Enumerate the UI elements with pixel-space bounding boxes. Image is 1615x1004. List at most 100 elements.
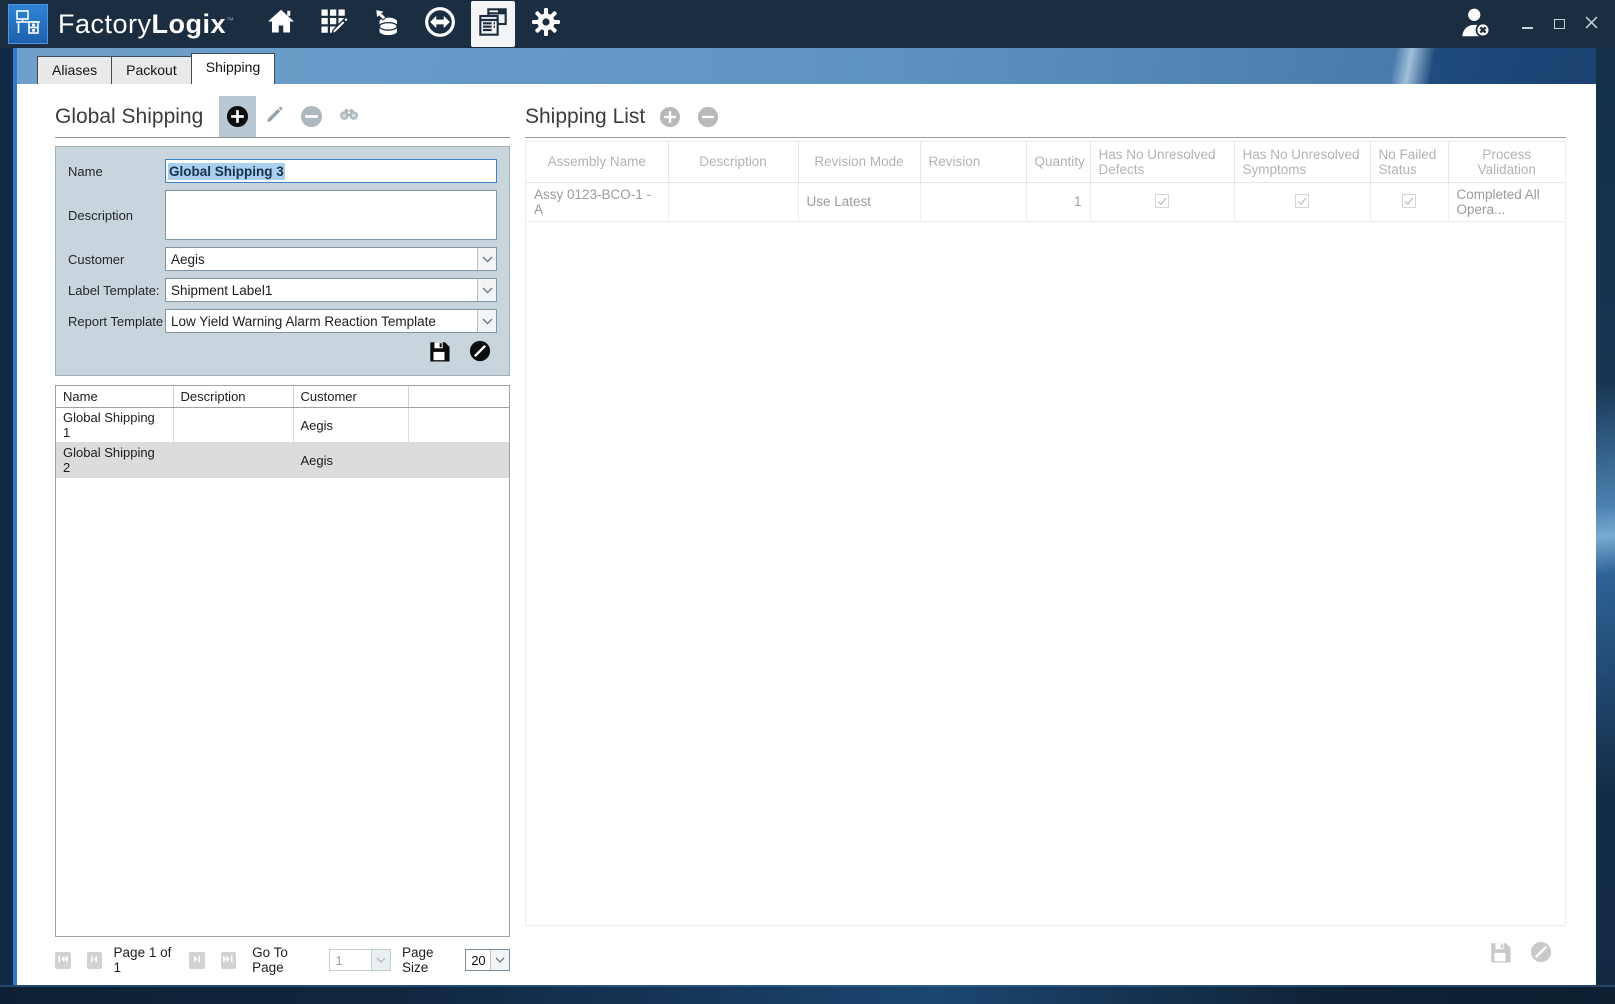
name-input[interactable]: Global Shipping 3 bbox=[165, 159, 497, 183]
brand-logix: Logix bbox=[152, 9, 227, 39]
tab-packout[interactable]: Packout bbox=[111, 56, 192, 84]
tab-shipping[interactable]: Shipping bbox=[191, 53, 276, 84]
logo-icon bbox=[14, 8, 42, 41]
add-global-shipping-button[interactable] bbox=[219, 96, 256, 137]
dropdown-icon[interactable] bbox=[477, 279, 496, 301]
nav-data-button[interactable] bbox=[365, 2, 409, 46]
col-no-unresolved-defects[interactable]: Has No Unresolved Defects bbox=[1090, 142, 1234, 182]
pager-next-button[interactable] bbox=[189, 952, 205, 969]
cell-revision bbox=[920, 182, 1026, 221]
page-size-value: 20 bbox=[466, 953, 485, 968]
name-value: Global Shipping 3 bbox=[168, 163, 285, 180]
remove-shipping-item-button[interactable] bbox=[697, 106, 719, 128]
dropdown-icon[interactable] bbox=[477, 248, 496, 270]
maximize-button[interactable] bbox=[1551, 16, 1567, 32]
label-template-label: Label Template: bbox=[68, 283, 165, 298]
titlebar-right bbox=[1457, 4, 1599, 45]
app-logo bbox=[8, 4, 48, 44]
close-button[interactable] bbox=[1583, 16, 1599, 32]
nav-settings-button[interactable] bbox=[524, 2, 568, 46]
customer-select[interactable]: Aegis bbox=[165, 247, 497, 271]
brand-factory: Factory bbox=[58, 9, 152, 39]
nav-planning-button[interactable] bbox=[312, 2, 356, 46]
col-description[interactable]: Description bbox=[668, 142, 798, 182]
col-assembly-name[interactable]: Assembly Name bbox=[526, 142, 668, 182]
titlebar: FactoryLogix™ bbox=[0, 0, 1615, 48]
app-title: FactoryLogix™ bbox=[58, 9, 235, 40]
cancel-button-disabled[interactable] bbox=[1530, 941, 1552, 968]
col-revision[interactable]: Revision bbox=[920, 142, 1026, 182]
find-global-shipping-button[interactable] bbox=[330, 96, 367, 137]
main-content: Global Shipping bbox=[17, 84, 1596, 985]
description-row: Description bbox=[68, 190, 497, 240]
nav-home-button[interactable] bbox=[259, 2, 303, 46]
tab-strip: Aliases Packout Shipping bbox=[17, 48, 1596, 84]
remove-global-shipping-button[interactable] bbox=[293, 96, 330, 137]
shipping-list-header: Shipping List bbox=[525, 96, 1566, 138]
nav-reports-button[interactable] bbox=[471, 1, 515, 47]
shipping-row[interactable]: Assy 0123-BCO-1 - A Use Latest 1 bbox=[526, 182, 1565, 221]
name-row: Name Global Shipping 3 bbox=[68, 159, 497, 183]
save-button-disabled[interactable] bbox=[1489, 941, 1511, 968]
failed-status-checkbox-checked[interactable] bbox=[1402, 194, 1416, 208]
grid-col-customer[interactable]: Customer bbox=[293, 386, 408, 408]
customer-value: Aegis bbox=[171, 252, 205, 267]
col-revision-mode[interactable]: Revision Mode bbox=[798, 142, 920, 182]
global-shipping-grid: Name Description Customer Global Shippin… bbox=[55, 385, 510, 937]
go-to-page-combo[interactable]: 1 bbox=[329, 949, 391, 971]
grid-col-description[interactable]: Description bbox=[173, 386, 293, 408]
planning-icon bbox=[319, 7, 349, 42]
grid-col-name[interactable]: Name bbox=[56, 386, 173, 408]
global-shipping-toolbar bbox=[219, 96, 367, 137]
label-template-select[interactable]: Shipment Label1 bbox=[165, 278, 497, 302]
cell-no-failed-status bbox=[1370, 182, 1448, 221]
col-no-failed-status[interactable]: No Failed Status bbox=[1370, 142, 1448, 182]
cancel-button[interactable] bbox=[469, 340, 491, 367]
col-no-unresolved-symptoms[interactable]: Has No Unresolved Symptoms bbox=[1234, 142, 1370, 182]
label-template-value: Shipment Label1 bbox=[171, 283, 272, 298]
nav-transfer-button[interactable] bbox=[418, 2, 462, 46]
close-icon bbox=[1585, 16, 1598, 32]
page-size-combo[interactable]: 20 bbox=[465, 949, 510, 971]
defects-checkbox-checked[interactable] bbox=[1155, 194, 1169, 208]
main-navbar bbox=[259, 0, 568, 48]
report-template-value: Low Yield Warning Alarm Reaction Templat… bbox=[171, 314, 436, 329]
cell-name: Global Shipping 1 bbox=[56, 408, 173, 443]
name-label: Name bbox=[68, 164, 165, 179]
grid-row-selected[interactable]: Global Shipping 2 Aegis bbox=[56, 443, 509, 478]
col-process-validation[interactable]: Process Validation bbox=[1448, 142, 1565, 182]
description-input[interactable] bbox=[165, 190, 497, 240]
edit-global-shipping-button[interactable] bbox=[256, 96, 293, 137]
minimize-button[interactable] bbox=[1519, 16, 1535, 32]
pager-first-button[interactable] bbox=[55, 952, 71, 969]
pager-next-icon bbox=[191, 953, 203, 968]
dropdown-icon[interactable] bbox=[371, 950, 390, 970]
pager-last-button[interactable] bbox=[221, 952, 237, 969]
cell-assembly-name: Assy 0123-BCO-1 - A bbox=[526, 182, 668, 221]
col-quantity[interactable]: Quantity bbox=[1026, 142, 1090, 182]
edit-icon bbox=[264, 104, 285, 130]
pager-prev-icon bbox=[88, 953, 100, 968]
pager-prev-button[interactable] bbox=[87, 952, 103, 969]
logout-user-button[interactable] bbox=[1457, 4, 1493, 45]
report-template-label: Report Template bbox=[68, 314, 165, 329]
dropdown-icon[interactable] bbox=[490, 950, 509, 970]
grid-row[interactable]: Global Shipping 1 Aegis bbox=[56, 408, 509, 443]
symptoms-checkbox-checked[interactable] bbox=[1295, 194, 1309, 208]
dropdown-icon[interactable] bbox=[477, 310, 496, 332]
remove-icon bbox=[300, 105, 323, 128]
window-controls bbox=[1519, 16, 1599, 32]
go-to-page-value: 1 bbox=[330, 953, 342, 968]
customer-row: Customer Aegis bbox=[68, 247, 497, 271]
app-window: FactoryLogix™ bbox=[0, 0, 1615, 1004]
tab-aliases[interactable]: Aliases bbox=[37, 56, 112, 84]
window-border-bottom bbox=[0, 985, 1615, 1004]
save-button[interactable] bbox=[428, 340, 450, 367]
report-template-select[interactable]: Low Yield Warning Alarm Reaction Templat… bbox=[165, 309, 497, 333]
add-shipping-item-button[interactable] bbox=[659, 106, 681, 128]
form-actions bbox=[68, 340, 497, 367]
minimize-icon bbox=[1522, 27, 1533, 29]
cell-process-validation: Completed All Opera... bbox=[1448, 182, 1565, 221]
content-frame: Aliases Packout Shipping Global Shipping bbox=[13, 48, 1596, 985]
description-label: Description bbox=[68, 208, 165, 223]
